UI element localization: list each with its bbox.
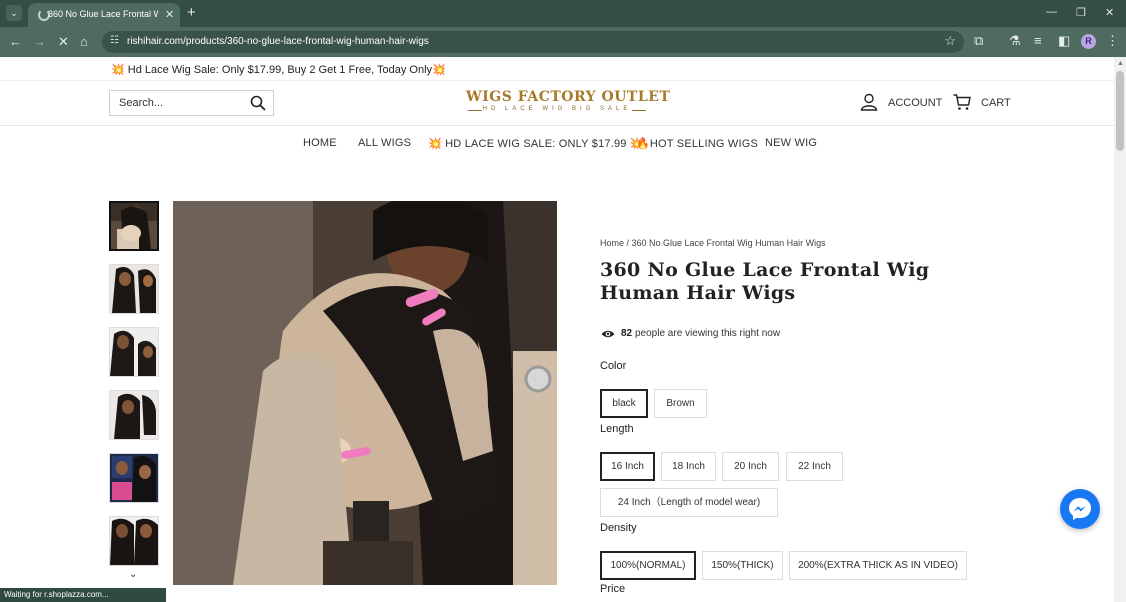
search-icon[interactable]	[250, 95, 266, 111]
length-option-16[interactable]: 16 Inch	[600, 452, 655, 481]
minimize-button[interactable]: —	[1046, 6, 1057, 18]
announcement-text[interactable]: 💥 Hd Lace Wig Sale: Only $17.99, Buy 2 G…	[111, 63, 446, 76]
logo-divider	[632, 110, 646, 111]
side-panel-icon[interactable]: ◧	[1058, 33, 1070, 49]
length-label: Length	[600, 423, 634, 435]
site-header: WIGS FACTORY OUTLET HD LACE WIG BIG SALE…	[0, 81, 1114, 126]
tab-close-icon[interactable]: ✕	[165, 8, 174, 21]
product-main-image[interactable]	[173, 201, 557, 585]
restore-button[interactable]: ❐	[1076, 6, 1086, 19]
logo-subtext: HD LACE WIG BIG SALE	[482, 106, 632, 112]
nav-item-new-wig[interactable]: NEW WIG	[765, 137, 817, 149]
density-option-extra-thick[interactable]: 200%(EXTRA THICK AS IN VIDEO)	[789, 551, 967, 580]
page-scrollbar[interactable]: ▲	[1114, 57, 1126, 602]
product-photo	[173, 201, 557, 585]
thumbnail-image	[110, 454, 158, 502]
address-bar[interactable]: ☷ rishihair.com/products/360-no-glue-lac…	[102, 31, 964, 53]
cart-icon	[953, 94, 971, 110]
density-option-thick[interactable]: 150%(THICK)	[702, 551, 783, 580]
viewers-text: people are viewing this right now	[635, 328, 781, 339]
color-label: Color	[600, 360, 627, 372]
browser-tab-bar: ⌄ 360 No Glue Lace Frontal Wig ✕ + — ❐ ✕	[0, 0, 1126, 27]
close-window-button[interactable]: ✕	[1105, 6, 1114, 19]
site-info-icon[interactable]: ☷	[110, 35, 119, 46]
thumbnail-image	[110, 391, 158, 439]
product-thumbnail[interactable]	[109, 390, 159, 440]
stop-loading-icon[interactable]: ✕	[58, 34, 69, 50]
search-input[interactable]	[110, 91, 240, 115]
account-label: ACCOUNT	[888, 97, 943, 109]
viewers-count: 82	[621, 328, 633, 339]
color-option-black[interactable]: black	[600, 389, 648, 418]
product-thumbnail[interactable]	[109, 516, 159, 566]
tab-search-button[interactable]: ⌄	[6, 5, 22, 21]
color-option-brown[interactable]: Brown	[654, 389, 707, 418]
forward-arrow-icon[interactable]: →	[33, 34, 46, 49]
price-label: Price	[600, 583, 626, 595]
logo-divider	[468, 110, 482, 111]
product-thumbnail[interactable]	[109, 201, 159, 251]
extensions-icon[interactable]: ⧉	[974, 33, 983, 49]
browser-toolbar: ← → ✕ ⌂ ☷ rishihair.com/products/360-no-…	[0, 27, 1126, 57]
eye-icon	[601, 330, 615, 338]
main-navigation: HOME ALL WIGS 💥 HD LACE WIG SALE: ONLY $…	[0, 127, 1114, 160]
cart-label: CART	[981, 97, 1011, 109]
browser-status-bar: Waiting for r.shoplazza.com...	[0, 588, 166, 602]
messenger-chat-button[interactable]	[1060, 489, 1100, 529]
nav-item-hot-selling[interactable]: 🔥HOT SELLING WIGS	[636, 137, 758, 150]
thumbnail-image	[110, 517, 158, 565]
home-icon[interactable]: ⌂	[80, 34, 88, 49]
nav-item-hot-selling-label: HOT SELLING WIGS	[649, 138, 759, 150]
density-option-normal[interactable]: 100%(NORMAL)	[600, 551, 696, 580]
labs-flask-icon[interactable]: ⚗	[1009, 33, 1021, 49]
scrollbar-thumb[interactable]	[1116, 71, 1124, 151]
url-text[interactable]: rishihair.com/products/360-no-glue-lace-…	[127, 36, 429, 47]
back-arrow-icon[interactable]: ←	[9, 34, 22, 49]
length-option-18[interactable]: 18 Inch	[661, 452, 716, 481]
announcement-bar[interactable]: 💥 Hd Lace Wig Sale: Only $17.99, Buy 2 G…	[0, 57, 1114, 81]
profile-avatar[interactable]: R	[1081, 34, 1096, 49]
scroll-up-icon[interactable]: ▲	[1117, 60, 1124, 67]
messenger-icon	[1069, 498, 1091, 520]
web-page: 💥 Hd Lace Wig Sale: Only $17.99, Buy 2 G…	[0, 57, 1114, 602]
nav-item-sale[interactable]: 💥 HD LACE WIG SALE: ONLY $17.99 💥	[428, 137, 644, 150]
flame-icon: 🔥	[636, 138, 650, 150]
reading-list-icon[interactable]: ≡	[1034, 33, 1042, 48]
nav-item-home[interactable]: HOME	[303, 137, 337, 149]
thumbnail-image	[110, 265, 158, 313]
new-tab-button[interactable]: +	[187, 4, 196, 21]
more-menu-icon[interactable]: ⋮	[1106, 33, 1119, 49]
tab-title: 360 No Glue Lace Frontal Wig	[48, 9, 158, 19]
length-option-24[interactable]: 24 Inch（Length of model wear)	[600, 488, 778, 517]
user-icon	[860, 93, 878, 111]
thumbnail-image	[110, 328, 158, 376]
density-label: Density	[600, 522, 637, 534]
product-thumbnail[interactable]	[109, 264, 159, 314]
breadcrumb[interactable]: Home / 360 No Glue Lace Frontal Wig Huma…	[600, 238, 826, 248]
product-thumbnail[interactable]	[109, 327, 159, 377]
length-option-22[interactable]: 22 Inch	[786, 452, 843, 481]
length-option-20[interactable]: 20 Inch	[722, 452, 779, 481]
nav-item-all-wigs[interactable]: ALL WIGS	[358, 137, 411, 149]
logo-text: WIGS FACTORY OUTLET	[466, 89, 671, 105]
product-thumbnail[interactable]	[109, 453, 159, 503]
product-title: 360 No Glue Lace Frontal Wig Human Hair …	[600, 259, 930, 304]
site-logo[interactable]: WIGS FACTORY OUTLET HD LACE WIG BIG SALE	[466, 89, 671, 119]
chevron-down-icon[interactable]: ⌄	[129, 569, 137, 580]
search-form	[109, 90, 274, 116]
browser-tab[interactable]: 360 No Glue Lace Frontal Wig ✕	[28, 3, 180, 27]
thumbnail-image	[111, 203, 157, 249]
bookmark-star-icon[interactable]: ☆	[944, 33, 956, 49]
